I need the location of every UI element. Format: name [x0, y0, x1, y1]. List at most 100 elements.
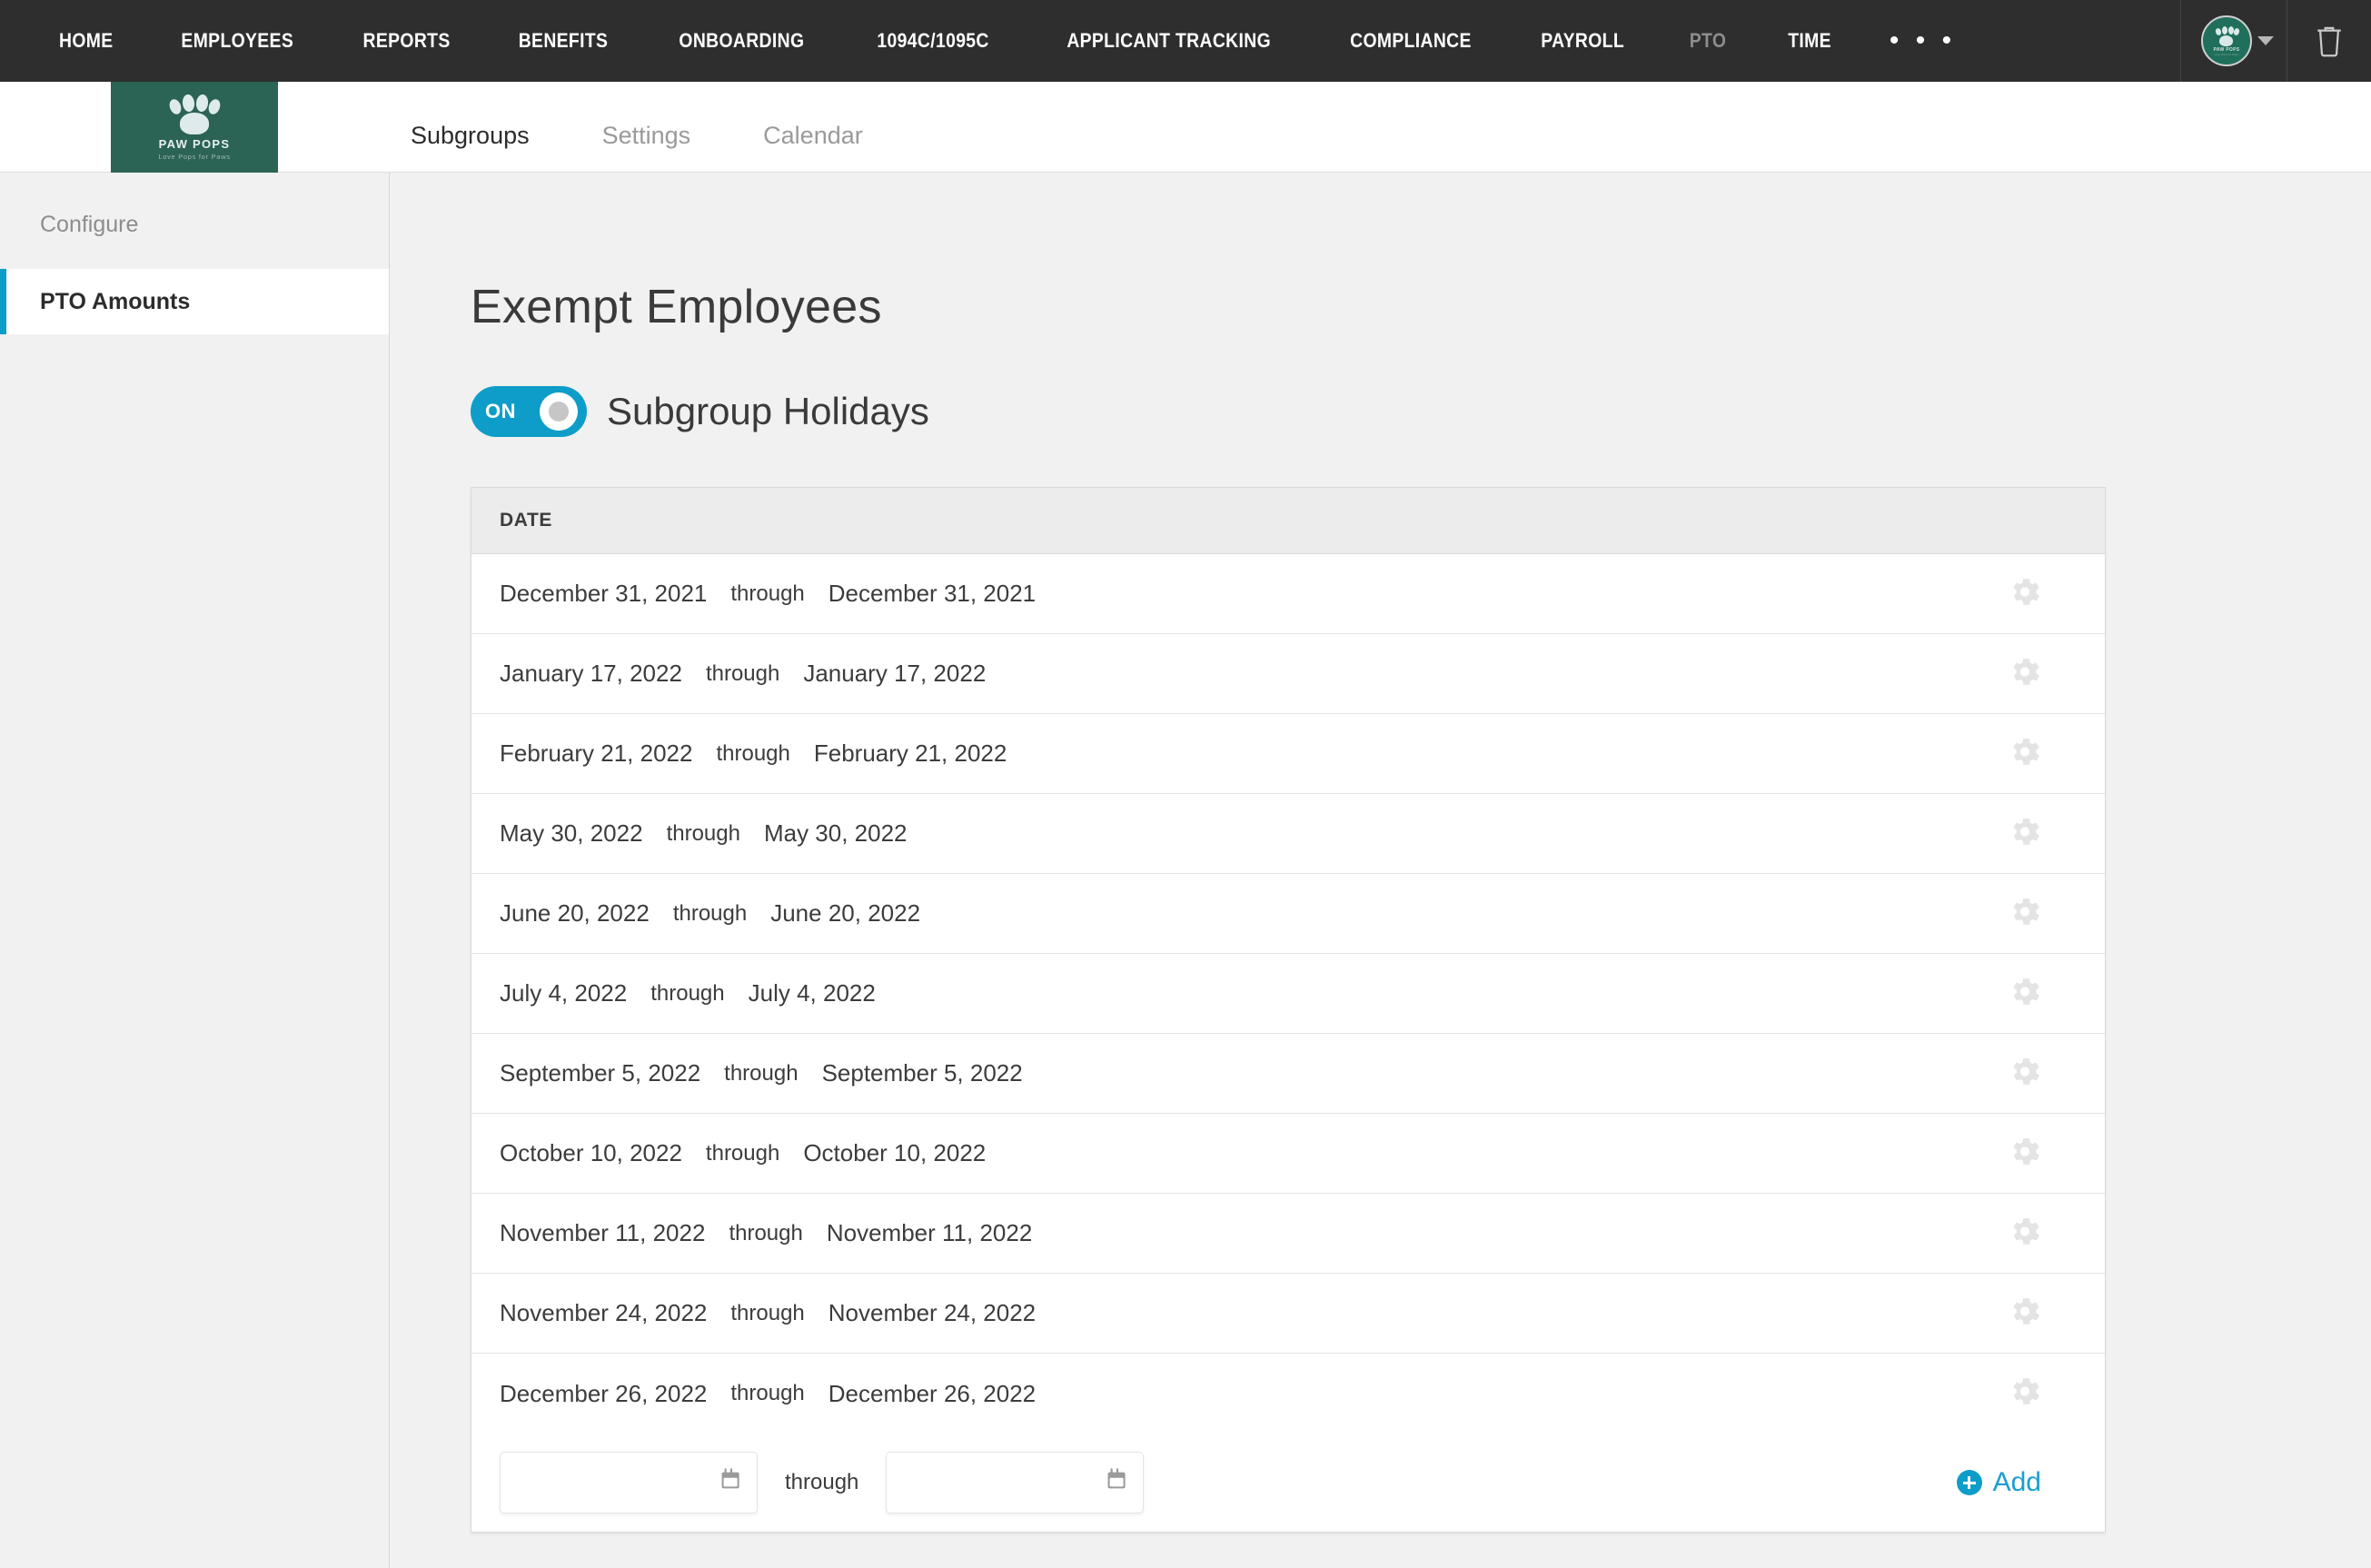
sidebar-item-pto-amounts[interactable]: PTO Amounts: [0, 269, 389, 334]
section-tabs: Subgroups Settings Calendar: [405, 82, 936, 177]
nav-item-benefits[interactable]: BENEFITS: [494, 0, 633, 82]
table-row: October 10, 2022 through October 10, 2022: [471, 1114, 2105, 1194]
subgroup-holidays-toggle-row: ON Subgroup Holidays: [391, 334, 2371, 437]
row-start-date: November 24, 2022: [500, 1299, 708, 1326]
add-button[interactable]: Add: [1956, 1467, 2041, 1498]
row-through-label: through: [716, 740, 790, 766]
add-button-label: Add: [1992, 1467, 2041, 1497]
table-row: December 26, 2022 through December 26, 202…: [471, 1354, 2105, 1434]
gear-icon[interactable]: [2007, 573, 2043, 614]
table-row: December 31, 2021 through December 31, 202…: [471, 554, 2105, 634]
top-nav-items: HOME EMPLOYEES REPORTS BENEFITS ONBOARDING 10…: [0, 0, 1983, 82]
table-body: December 31, 2021 through December 31, 202…: [471, 554, 2105, 1434]
avatar-tagline-text: Love Pops for Paws: [2214, 52, 2239, 56]
row-start-date: November 11, 2022: [500, 1219, 706, 1246]
plus-circle-icon: [1956, 1470, 1982, 1495]
table-row: May 30, 2022 through May 30, 2022: [471, 794, 2105, 874]
gear-icon[interactable]: [2007, 893, 2043, 934]
toggle-knob: [540, 392, 578, 431]
row-start-date: October 10, 2022: [500, 1139, 682, 1166]
row-end-date: January 17, 2022: [803, 660, 987, 687]
row-end-date: October 10, 2022: [803, 1139, 987, 1166]
brand-tab-bar: PAW POPS Love Pops for Paws Subgroups Set…: [0, 82, 2371, 177]
tab-subgroups[interactable]: Subgroups: [405, 82, 535, 177]
account-menu-button[interactable]: PAW POPS Love Pops for Paws: [2181, 15, 2287, 66]
add-row-through-label: through: [785, 1470, 859, 1494]
nav-item-1094c-1095c[interactable]: 1094C/1095C: [852, 0, 1014, 82]
row-end-date: November 24, 2022: [828, 1299, 1037, 1326]
row-start-date: May 30, 2022: [500, 819, 643, 847]
trash-icon[interactable]: [2287, 0, 2371, 82]
paw-logo-icon: [166, 93, 223, 134]
nav-item-onboarding[interactable]: ONBOARDING: [654, 0, 829, 82]
row-through-label: through: [730, 1300, 805, 1325]
nav-item-applicant-tracking[interactable]: APPLICANT TRACKING: [1042, 0, 1295, 82]
toggle-label: Subgroup Holidays: [607, 390, 929, 432]
calendar-icon[interactable]: [1106, 1467, 1130, 1498]
calendar-icon[interactable]: [720, 1467, 744, 1498]
sidebar-section-header: Configure: [40, 212, 139, 237]
row-start-date: September 5, 2022: [500, 1059, 701, 1087]
sidebar: Configure PTO Amounts: [0, 173, 390, 1568]
row-through-label: through: [705, 660, 780, 686]
company-logo[interactable]: PAW POPS Love Pops for Paws: [111, 82, 278, 173]
subgroup-holidays-toggle[interactable]: ON: [471, 386, 587, 437]
chevron-down-icon[interactable]: [2257, 36, 2274, 45]
row-end-date: December 26, 2022: [828, 1379, 1037, 1407]
top-navigation-bar: HOME EMPLOYEES REPORTS BENEFITS ONBOARDING 10…: [0, 0, 2371, 82]
nav-overflow-menu-icon[interactable]: • • •: [1862, 0, 1983, 82]
nav-item-payroll[interactable]: PAYROLL: [1516, 0, 1649, 82]
row-start-date: December 26, 2022: [500, 1379, 708, 1407]
gear-icon[interactable]: [2007, 1374, 2043, 1414]
logo-tagline-text: Love Pops for Paws: [158, 152, 231, 161]
gear-icon[interactable]: [2007, 733, 2043, 774]
row-start-date: February 21, 2022: [500, 739, 693, 767]
gear-icon[interactable]: [2007, 1293, 2043, 1334]
table-row: February 21, 2022 through February 21, 202…: [471, 714, 2105, 794]
gear-icon[interactable]: [2007, 1053, 2043, 1094]
tab-settings[interactable]: Settings: [602, 82, 691, 148]
top-nav-right-cluster: PAW POPS Love Pops for Paws: [2180, 0, 2371, 82]
tab-calendar[interactable]: Calendar: [763, 82, 863, 148]
start-date-input[interactable]: [500, 1452, 758, 1513]
nav-item-employees[interactable]: EMPLOYEES: [156, 0, 318, 82]
page-title: Exempt Employees: [471, 281, 882, 333]
row-start-date: December 31, 2021: [500, 580, 708, 607]
row-end-date: September 5, 2022: [821, 1059, 1023, 1087]
table-row: January 17, 2022 through January 17, 2022: [471, 634, 2105, 714]
nav-item-time[interactable]: TIME: [1763, 0, 1856, 82]
nav-item-reports[interactable]: REPORTS: [338, 0, 475, 82]
row-end-date: June 20, 2022: [770, 899, 921, 927]
row-end-date: December 31, 2021: [828, 580, 1037, 607]
table-header-row: DATE: [471, 488, 2105, 554]
gear-icon[interactable]: [2007, 973, 2043, 1014]
gear-icon[interactable]: [2007, 1133, 2043, 1174]
nav-item-home[interactable]: HOME: [35, 0, 138, 82]
gear-icon[interactable]: [2007, 813, 2043, 854]
row-through-label: through: [730, 1381, 805, 1405]
row-start-date: January 17, 2022: [500, 660, 682, 687]
row-through-label: through: [650, 980, 725, 1006]
row-through-label: through: [724, 1060, 799, 1086]
toggle-state-label: ON: [485, 400, 516, 422]
gear-icon[interactable]: [2007, 1213, 2043, 1254]
row-through-label: through: [730, 581, 805, 606]
logo-name-text: PAW POPS: [158, 136, 231, 151]
row-through-label: through: [729, 1220, 803, 1245]
row-start-date: July 4, 2022: [500, 979, 628, 1007]
row-through-label: through: [672, 900, 748, 926]
row-end-date: February 21, 2022: [813, 739, 1007, 767]
row-through-label: through: [666, 820, 740, 846]
table-row: July 4, 2022 through July 4, 2022: [471, 954, 2105, 1034]
table-row: September 5, 2022 through September 5, 202…: [471, 1034, 2105, 1114]
gear-icon[interactable]: [2007, 653, 2043, 694]
table-row: November 24, 2022 through November 24, 202…: [471, 1274, 2105, 1354]
row-end-date: November 11, 2022: [826, 1219, 1033, 1246]
paw-icon: [2213, 25, 2241, 46]
end-date-input[interactable]: [886, 1452, 1145, 1513]
avatar: PAW POPS Love Pops for Paws: [2201, 15, 2252, 66]
row-start-date: June 20, 2022: [500, 899, 650, 927]
column-header-date: DATE: [500, 510, 553, 531]
nav-item-compliance[interactable]: COMPLIANCE: [1324, 0, 1495, 82]
nav-item-pto[interactable]: PTO: [1664, 0, 1751, 82]
